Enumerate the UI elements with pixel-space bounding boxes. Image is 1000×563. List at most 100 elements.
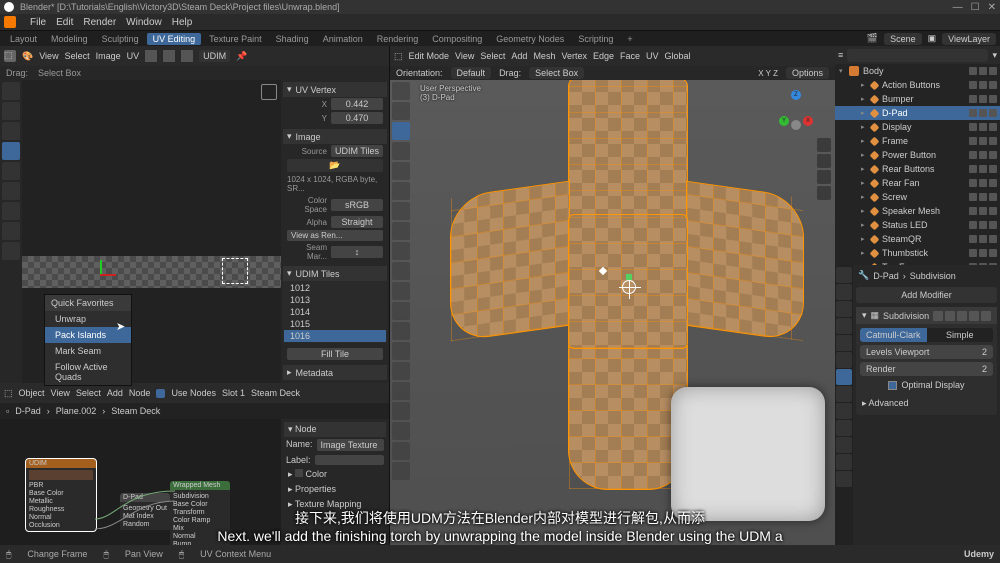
tab-constraints[interactable] [836,420,852,436]
props-bc-mod[interactable]: Subdivision [910,271,956,281]
node-label-field[interactable] [315,455,384,465]
out-rearfan[interactable]: Rear Fan [882,178,965,188]
v3d-tool-extrude[interactable] [392,242,410,260]
out-steamqr[interactable]: SteamQR [882,234,965,244]
ne-node[interactable]: Node [129,388,151,398]
tab-physics[interactable] [836,403,852,419]
ne-view[interactable]: View [51,388,70,398]
bc-mesh[interactable]: Plane.002 [56,406,97,416]
tool-rip[interactable] [2,222,20,240]
tool-cursor[interactable] [2,82,20,100]
tab-texture[interactable] [836,471,852,487]
v3d-view[interactable]: View [455,51,474,61]
scene-selector[interactable]: Scene [884,33,922,45]
close-icon[interactable]: ✕ [988,2,996,13]
out-speaker[interactable]: Speaker Mesh [882,206,965,216]
paint-mode-icon[interactable]: 🎨 [22,51,33,62]
ne-select[interactable]: Select [76,388,101,398]
props-bc-obj[interactable]: D-Pad [873,271,899,281]
viewlayer-selector[interactable]: ViewLayer [942,33,996,45]
v3d-tool-bevel[interactable] [392,282,410,300]
v3d-tool-smooth[interactable] [392,382,410,400]
shader-type[interactable]: Object [19,388,45,398]
tile-1014[interactable]: 1014 [284,306,386,318]
v3d-tool-spin[interactable] [392,362,410,380]
v3d-tool-poly[interactable] [392,342,410,360]
uv-menu-uv[interactable]: UV [127,51,140,61]
v3d-mesh[interactable]: Mesh [533,51,555,61]
ws-add[interactable]: + [621,33,638,45]
v3d-viewport[interactable]: User Perspective (3) D-Pad X Y Z [390,80,835,545]
v3d-select[interactable]: Select [480,51,505,61]
menu-edit[interactable]: Edit [56,17,73,28]
ws-uvediting[interactable]: UV Editing [147,33,202,45]
ne-add[interactable]: Add [107,388,123,398]
orient-value[interactable]: Default [451,67,492,79]
menu-help[interactable]: Help [172,17,193,28]
tab-world[interactable] [836,335,852,351]
mod-close-icon[interactable] [981,311,991,321]
v3d-tool-cursor[interactable] [392,102,410,120]
fill-tile-button[interactable]: Fill Tile [287,348,383,360]
tab-output[interactable] [836,284,852,300]
uv-y-field[interactable]: 0.470 [331,112,383,124]
mod-dropdown-icon[interactable] [969,311,979,321]
mode-select[interactable]: Edit Mode [409,51,450,61]
filter-icon[interactable]: ▾ [992,50,997,61]
uv-menu-image[interactable]: Image [96,51,121,61]
maximize-icon[interactable]: ☐ [971,2,980,13]
ws-geonodes[interactable]: Geometry Nodes [490,33,570,45]
mod-render-icon[interactable] [957,311,967,321]
sel-face-icon[interactable] [181,50,193,62]
out-actionbuttons[interactable]: Action Buttons [882,80,965,90]
ws-texturepaint[interactable]: Texture Paint [203,33,268,45]
udim-tile-list[interactable]: 1012 1013 1014 1015 1016 [283,281,387,343]
render-value[interactable]: 2 [982,364,987,374]
v3d-tool-knife[interactable] [392,322,410,340]
tab-mesh[interactable] [836,437,852,453]
persp-icon[interactable] [817,186,831,200]
simple-button[interactable]: Simple [927,328,994,342]
out-power[interactable]: Power Button [882,150,965,160]
tool-select[interactable] [2,102,20,120]
orientation-select[interactable]: Global [665,51,691,61]
tool-move[interactable] [2,142,20,160]
tool-rotate[interactable] [2,162,20,180]
v3d-tool-inset[interactable] [392,262,410,280]
out-rearbuttons[interactable]: Rear Buttons [882,164,965,174]
outliner-type-icon[interactable]: ≡ [838,50,843,60]
tab-scene[interactable] [836,318,852,334]
tile-1013[interactable]: 1013 [284,294,386,306]
modifier-name[interactable]: Subdivision [883,311,929,321]
out-dpad[interactable]: D-Pad [882,108,965,118]
seam-field[interactable]: ↕ [331,246,383,258]
qf-follow-quads[interactable]: Follow Active Quads [45,359,131,385]
pan-icon[interactable] [817,154,831,168]
uv-menu-select[interactable]: Select [65,51,90,61]
image-dropdown[interactable]: UDIM [199,50,230,62]
v3d-tool-measure[interactable] [392,222,410,240]
ws-compositing[interactable]: Compositing [426,33,488,45]
menu-window[interactable]: Window [126,17,162,28]
tab-modifiers[interactable] [836,369,852,385]
tool-annotate[interactable] [2,122,20,140]
ws-sculpting[interactable]: Sculpting [96,33,145,45]
overlay-icon[interactable] [261,84,277,100]
editor-type-icon[interactable]: ⬚ [4,50,16,62]
out-display[interactable]: Display [882,122,965,132]
bc-obj[interactable]: D-Pad [15,406,41,416]
tool-transform[interactable] [2,202,20,220]
v3d-tool-rotate[interactable] [392,142,410,160]
tab-viewlayer[interactable] [836,301,852,317]
tab-material[interactable] [836,454,852,470]
ws-animation[interactable]: Animation [317,33,369,45]
add-modifier-button[interactable]: Add Modifier [856,287,997,303]
ws-scripting[interactable]: Scripting [572,33,619,45]
v3d-vertex[interactable]: Vertex [561,51,587,61]
out-thumbstick[interactable]: Thumbstick [882,248,965,258]
tile-1016[interactable]: 1016 [284,330,386,342]
v3d-edge[interactable]: Edge [593,51,614,61]
ws-rendering[interactable]: Rendering [371,33,425,45]
v3d-tool-annotate[interactable] [392,202,410,220]
menu-render[interactable]: Render [83,17,116,28]
